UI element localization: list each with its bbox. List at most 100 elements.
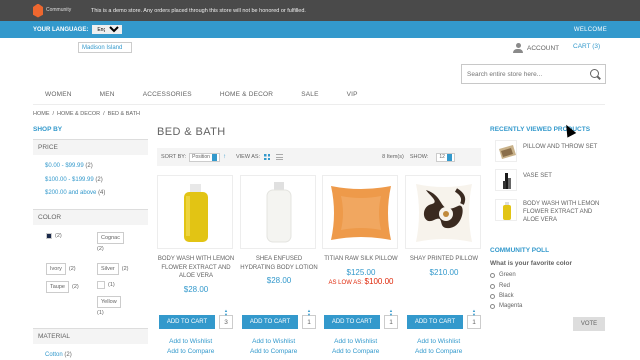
product-price: $210.00 [429,267,459,277]
poll-option-red[interactable]: Red [490,283,510,289]
grid-view-icon[interactable] [264,154,271,160]
color-swatch-taupe[interactable]: Taupe (2) [46,281,79,293]
sort-direction-icon[interactable]: ↑ [223,154,226,160]
as-low-label: AS LOW AS: [328,279,363,286]
show-select[interactable]: 12 [436,152,455,162]
recent-item-thumbnail[interactable] [495,199,517,221]
qty-value: 1 [389,318,393,326]
poll-question: What is your favorite color [490,260,572,267]
poll-option-green[interactable]: Green [490,272,516,278]
recent-item-thumbnail[interactable] [495,169,517,191]
product-name[interactable]: BODY WASH WITH LEMON FLOWER EXTRACT AND … [157,255,235,281]
show-label: SHOW: [409,154,429,160]
color-swatch-yellow[interactable]: Yellow (1) [97,296,121,316]
product-image[interactable] [322,175,398,249]
filter-material-heading[interactable]: MATERIAL [33,328,148,344]
vote-button[interactable]: VOTE [573,317,605,331]
recent-item-name[interactable]: BODY WASH WITH LEMON FLOWER EXTRACT AND … [523,199,607,224]
add-to-wishlist-link[interactable]: Add to Wishlist [167,337,214,347]
poll-option-label: Magenta [499,303,523,309]
breadcrumb-home-decor[interactable]: HOME & DECOR [57,111,100,117]
recent-item[interactable]: PILLOW AND THROW SET [495,140,607,162]
product-image[interactable] [157,175,233,249]
product-price: $28.00 [266,276,292,285]
list-view-icon[interactable] [276,154,284,160]
breadcrumb: HOME / HOME & DECOR / BED & BATH [33,111,140,117]
add-to-cart-button[interactable]: ADD TO CART [324,315,380,329]
price-filter-link[interactable]: $100.00 - $199.99 [45,177,94,183]
add-to-cart-button[interactable]: ADD TO CART [407,315,463,329]
account-label: ACCOUNT [527,44,560,52]
poll-option-magenta[interactable]: Magenta [490,303,522,309]
product-links: Add to Wishlist Add to Compare [167,337,214,357]
nav-item-sale[interactable]: SALE [301,91,318,98]
color-swatch-ivory[interactable]: Ivory (2) [46,263,76,275]
add-to-cart-button[interactable]: ADD TO CART [242,315,298,329]
nav-item-men[interactable]: MEN [100,91,115,98]
add-to-compare-link[interactable]: Add to Compare [415,347,462,357]
color-swatch-cognac[interactable]: Cognac (2) [97,232,124,252]
poll-option-label: Green [499,272,516,278]
recent-item-name[interactable]: VASE SET [523,169,607,191]
recent-item[interactable]: VASE SET [495,169,607,191]
page-title: BED & BATH [157,126,226,138]
qty-stepper-icon[interactable]: ▲ ▼ [224,309,228,317]
product-name[interactable]: SHEA ENFUSED HYDRATING BODY LOTION [240,255,318,272]
poll-option-black[interactable]: Black [490,293,514,299]
top-bar: YOUR LANGUAGE: English WELCOME [0,21,640,38]
material-filter-link[interactable]: Cotton [45,352,63,358]
nav-item-home-decor[interactable]: HOME & DECOR [220,91,273,98]
quantity-input[interactable]: ▲ ▼ 1 [302,309,316,329]
add-to-compare-link[interactable]: Add to Compare [250,347,297,357]
radio-icon[interactable] [490,293,495,299]
color-swatch-navy[interactable]: (2) [46,233,62,239]
filter-color-heading[interactable]: COLOR [33,209,148,225]
language-select[interactable]: English [92,25,123,34]
nav-item-women[interactable]: WOMEN [45,91,72,98]
add-to-wishlist-link[interactable]: Add to Wishlist [415,337,462,347]
radio-icon[interactable] [490,303,495,309]
account-link[interactable]: ACCOUNT [513,43,559,53]
qty-stepper-icon[interactable]: ▲ ▼ [472,309,476,317]
search-input[interactable] [462,70,582,78]
radio-icon[interactable] [490,283,495,289]
add-to-compare-link[interactable]: Add to Compare [332,347,379,357]
price-filter-link[interactable]: $200.00 and above [45,190,96,196]
add-to-cart-button[interactable]: ADD TO CART [159,315,215,329]
color-swatch-silver[interactable]: Silver (2) [97,263,129,275]
nav-item-vip[interactable]: VIP [347,91,358,98]
swatch-label: Taupe [46,281,69,293]
product-image[interactable] [240,175,316,249]
product-name[interactable]: TITIAN RAW SILK PILLOW [322,255,400,264]
cart-link[interactable]: CART (3) [573,43,600,50]
recent-item-name[interactable]: PILLOW AND THROW SET [523,140,607,162]
quantity-input[interactable]: ▲ ▼ 1 [467,309,481,329]
color-swatch-white[interactable]: (1) [97,281,115,289]
recent-item-thumbnail[interactable] [495,140,517,162]
material-filter-cotton[interactable]: Cotton (2) [45,352,72,358]
store-logo[interactable]: Madison Island [78,42,132,53]
add-to-cart-row: ADD TO CART ▲ ▼ 1 [407,309,481,329]
recent-item[interactable]: BODY WASH WITH LEMON FLOWER EXTRACT AND … [495,199,607,224]
nav-item-accessories[interactable]: ACCESSORIES [143,91,192,98]
filter-count: (2) [121,266,129,272]
quantity-input[interactable]: ▲ ▼ 3 [219,309,233,329]
filter-price-heading[interactable]: PRICE [33,139,148,155]
qty-stepper-icon[interactable]: ▲ ▼ [389,309,393,317]
add-to-wishlist-link[interactable]: Add to Wishlist [250,337,297,347]
product-price: $28.00 [183,284,209,294]
add-to-compare-link[interactable]: Add to Compare [167,347,214,357]
add-to-wishlist-link[interactable]: Add to Wishlist [332,337,379,347]
community-poll-heading: COMMUNITY POLL [490,247,550,254]
price-filter-list: $0.00 - $99.99 (2) $100.00 - $199.99 (2)… [45,160,105,201]
radio-icon[interactable] [490,272,495,278]
sort-by-select[interactable]: Position [189,152,220,162]
quantity-input[interactable]: ▲ ▼ 1 [384,309,398,329]
product-name[interactable]: SHAY PRINTED PILLOW [405,255,483,264]
price-filter-link[interactable]: $0.00 - $99.99 [45,163,84,169]
product-image[interactable] [405,175,481,249]
swatch-label: Yellow [97,296,121,308]
breadcrumb-home[interactable]: HOME [33,111,50,117]
qty-stepper-icon[interactable]: ▲ ▼ [307,309,311,317]
search-icon[interactable] [590,69,599,78]
